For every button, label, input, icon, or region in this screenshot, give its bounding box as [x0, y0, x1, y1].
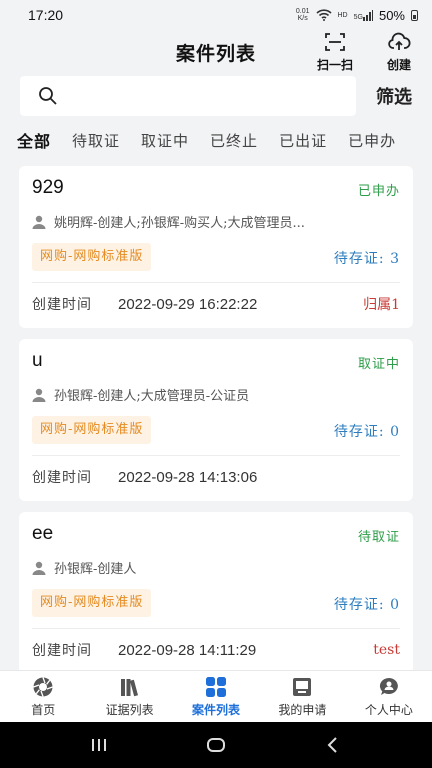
nav-label: 个人中心: [364, 703, 413, 717]
case-title: u: [32, 350, 43, 371]
nav-label: 案件列表: [192, 703, 241, 717]
person-icon: [32, 388, 46, 402]
grid-icon: [206, 677, 227, 697]
case-title: ee: [32, 523, 54, 544]
card-divider: [32, 282, 400, 283]
case-belong: 归属1: [363, 297, 400, 313]
cloud-upload-icon: [388, 32, 411, 50]
case-footer: 创建时间 2022-09-29 16:22:22 归属1: [32, 294, 400, 314]
back-icon[interactable]: [322, 734, 344, 756]
hd-indicator: HD: [337, 11, 348, 19]
tab-certified[interactable]: 已出证: [279, 130, 327, 151]
card-divider: [32, 628, 400, 629]
case-card[interactable]: u 取证中 孙银辉-创建人;大成管理员-公证员 网购-网购标准版 待存证: 0 …: [19, 339, 413, 501]
bottom-nav: 首页 证据列表 案件列表 我的申请 个人中心: [0, 670, 432, 722]
chat-person-icon: [379, 677, 398, 695]
create-button[interactable]: 创建: [374, 30, 424, 73]
create-label: 创建: [386, 58, 411, 72]
nav-label: 首页: [31, 703, 56, 717]
created-time-label: 创建时间: [32, 643, 92, 659]
battery-percent: 50%: [378, 7, 405, 23]
case-type-tag: 网购-网购标准版: [32, 589, 152, 617]
case-people: 孙银辉-创建人: [32, 558, 400, 577]
camera-aperture-icon: [33, 677, 53, 697]
case-card[interactable]: ee 待取证 孙银辉-创建人 网购-网购标准版 待存证: 0 创建时间 2022…: [19, 512, 413, 674]
case-people: 姚明辉-创建人;孙银辉-购买人;大成管理员...: [32, 212, 400, 231]
battery-icon: [411, 9, 418, 21]
case-title: 929: [32, 177, 64, 198]
case-type-tag: 网购-网购标准版: [32, 243, 152, 271]
case-footer: 创建时间 2022-09-28 14:13:06: [32, 467, 400, 487]
case-pending-count: 待存证: 3: [333, 251, 400, 267]
tab-pending-evidence[interactable]: 待取证: [72, 130, 120, 151]
tab-collecting[interactable]: 取证中: [141, 130, 189, 151]
system-nav-bar: [0, 722, 432, 768]
search-box[interactable]: [20, 76, 356, 116]
case-belong: test: [373, 642, 400, 658]
nav-home[interactable]: 首页: [0, 671, 86, 722]
case-status: 取证中: [357, 357, 400, 372]
created-time: 2022-09-28 14:11:29: [118, 641, 257, 659]
created-time: 2022-09-28 14:13:06: [118, 468, 258, 486]
card-divider: [32, 455, 400, 456]
inbox-icon: [293, 678, 312, 696]
nav-evidence-list[interactable]: 证据列表: [86, 671, 172, 722]
nav-my-applications[interactable]: 我的申请: [259, 671, 345, 722]
tab-applied[interactable]: 已申办: [348, 130, 396, 151]
created-time: 2022-09-29 16:22:22: [118, 295, 258, 313]
net-speed: 0.01 K/s: [295, 8, 310, 22]
header: 案件列表 扫一扫 创建: [0, 30, 432, 74]
scan-button[interactable]: 扫一扫: [310, 30, 360, 73]
tab-terminated[interactable]: 已终止: [210, 130, 258, 151]
wifi-icon: [315, 9, 332, 21]
case-list: 929 已申办 姚明辉-创建人;孙银辉-购买人;大成管理员... 网购-网购标准…: [19, 166, 413, 685]
case-people: 孙银辉-创建人;大成管理员-公证员: [32, 385, 400, 404]
recent-apps-icon[interactable]: [88, 734, 110, 756]
search-input[interactable]: [68, 88, 356, 104]
nav-label: 我的申请: [278, 703, 327, 717]
created-time-label: 创建时间: [32, 470, 92, 486]
status-bar: 17:20 0.01 K/s HD 5G 50%: [0, 0, 432, 30]
tab-all[interactable]: 全部: [17, 128, 51, 152]
case-footer: 创建时间 2022-09-28 14:11:29 test: [32, 640, 400, 660]
signal-icon: 5G: [354, 9, 373, 21]
case-status: 待取证: [357, 530, 400, 545]
books-icon: [120, 679, 138, 697]
search-icon: [39, 87, 57, 105]
filter-button[interactable]: 筛选: [376, 83, 412, 109]
scan-icon: [325, 33, 345, 51]
created-time-label: 创建时间: [32, 297, 92, 313]
case-status: 已申办: [357, 184, 400, 199]
scan-label: 扫一扫: [316, 58, 353, 72]
status-icons: 0.01 K/s HD 5G 50%: [296, 8, 418, 23]
case-pending-count: 待存证: 0: [333, 424, 400, 440]
page-title: 案件列表: [175, 42, 256, 65]
nav-case-list[interactable]: 案件列表: [173, 671, 259, 722]
search-row: 筛选: [0, 76, 432, 116]
person-icon: [32, 215, 46, 229]
case-type-tag: 网购-网购标准版: [32, 416, 152, 444]
person-icon: [32, 561, 46, 575]
case-card[interactable]: 929 已申办 姚明辉-创建人;孙银辉-购买人;大成管理员... 网购-网购标准…: [19, 166, 413, 328]
nav-profile[interactable]: 个人中心: [346, 671, 432, 722]
status-tabs: 全部 待取证 取证中 已终止 已出证 已申办: [0, 120, 432, 160]
case-pending-count: 待存证: 0: [333, 597, 400, 613]
home-icon[interactable]: [205, 734, 227, 756]
status-time: 17:20: [28, 7, 64, 23]
nav-label: 证据列表: [105, 703, 154, 717]
